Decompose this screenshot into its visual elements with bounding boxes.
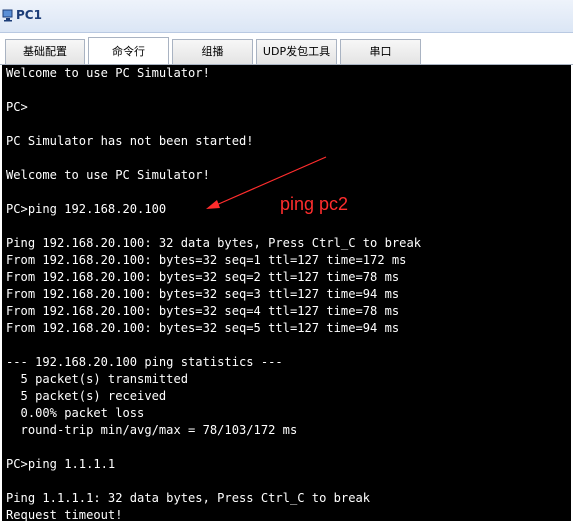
console-line: Welcome to use PC Simulator! [6, 66, 210, 80]
console-line: 5 packet(s) transmitted [6, 372, 189, 386]
window-title: PC1 [16, 8, 42, 22]
tab-serial-port[interactable]: 串口 [340, 39, 421, 64]
console-line: PC Simulator has not been started! [6, 134, 254, 148]
console-line: Ping 1.1.1.1: 32 data bytes, Press Ctrl_… [6, 491, 371, 505]
tab-multicast[interactable]: 组播 [172, 39, 253, 64]
annotation-label: ping pc2 [280, 194, 349, 214]
console-line: From 192.168.20.100: bytes=32 seq=5 ttl=… [6, 321, 400, 335]
console-line: 0.00% packet loss [6, 406, 145, 420]
command-console[interactable]: Welcome to use PC Simulator! PC> PC Simula… [2, 65, 571, 521]
console-line: From 192.168.20.100: bytes=32 seq=1 ttl=… [6, 253, 407, 267]
console-line: PC> [6, 100, 28, 114]
tab-udp-tool[interactable]: UDP发包工具 [256, 39, 337, 64]
console-line: From 192.168.20.100: bytes=32 seq=4 ttl=… [6, 304, 400, 318]
console-output: Welcome to use PC Simulator! PC> PC Simula… [2, 65, 571, 521]
console-line: From 192.168.20.100: bytes=32 seq=3 ttl=… [6, 287, 400, 301]
console-line: Ping 192.168.20.100: 32 data bytes, Pres… [6, 236, 422, 250]
tab-basic-config[interactable]: 基础配置 [5, 39, 85, 64]
console-line: From 192.168.20.100: bytes=32 seq=2 ttl=… [6, 270, 400, 284]
pc-app-icon [2, 9, 13, 22]
console-line: --- 192.168.20.100 ping statistics --- [6, 355, 283, 369]
console-line: 5 packet(s) received [6, 389, 167, 403]
console-line: round-trip min/avg/max = 78/103/172 ms [6, 423, 298, 437]
console-line: Welcome to use PC Simulator! [6, 168, 210, 182]
console-line: PC>ping 1.1.1.1 [6, 457, 116, 471]
console-line: Request timeout! [6, 508, 123, 521]
tab-strip: 基础配置 命令行 组播 UDP发包工具 串口 [0, 33, 573, 65]
window-title-bar: PC1 [0, 0, 573, 33]
tab-command-line[interactable]: 命令行 [88, 37, 169, 65]
